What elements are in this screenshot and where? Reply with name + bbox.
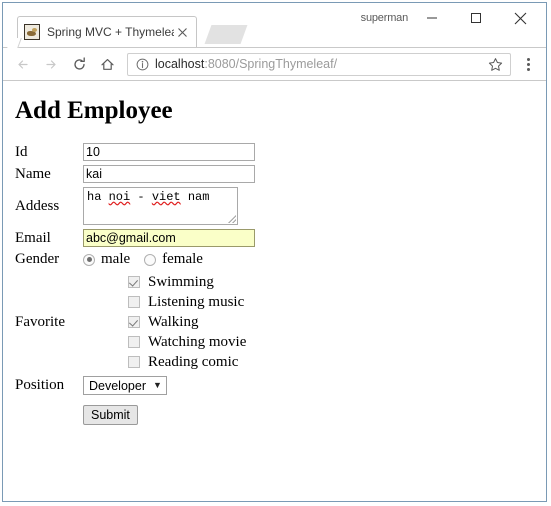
gender-radio-female[interactable]: [144, 253, 157, 266]
favorite-label: Favorite: [15, 313, 65, 330]
name-label: Name: [15, 165, 51, 182]
position-select[interactable]: Developer ▼: [83, 376, 167, 395]
form-row-name: Name: [15, 163, 255, 185]
address-bar[interactable]: localhost:8080/SpringThymeleaf/: [127, 52, 511, 76]
form-row-position: Position Developer ▼: [15, 374, 255, 397]
id-label: Id: [15, 143, 28, 160]
maximize-icon[interactable]: [454, 5, 498, 31]
name-field-cell: [83, 163, 255, 185]
new-tab-button[interactable]: [204, 25, 248, 44]
name-input[interactable]: [83, 165, 255, 183]
favorite-field-cell: Swimming Listening music Walking Watching m…: [83, 270, 255, 374]
email-input[interactable]: [83, 229, 255, 247]
tab-title: Spring MVC + Thymeleaf: [47, 25, 174, 39]
browser-window: Spring MVC + Thymeleaf superman localhos…: [2, 2, 547, 502]
favorite-label-text[interactable]: Reading comic: [148, 354, 238, 371]
close-window-icon[interactable]: [498, 5, 542, 31]
favorite-checkbox[interactable]: [128, 356, 140, 368]
gender-radio-male[interactable]: [83, 253, 95, 266]
form-row-id: Id: [15, 141, 255, 163]
window-controls: [410, 5, 542, 31]
spring-favicon-icon: [24, 24, 40, 40]
form-row-email: Email: [15, 227, 255, 249]
address-text-part: -: [130, 190, 152, 204]
email-label: Email: [15, 229, 51, 246]
address-bar-host: localhost: [155, 57, 205, 71]
id-input[interactable]: [83, 143, 255, 161]
gender-radio-label[interactable]: female: [162, 251, 203, 268]
minimize-icon[interactable]: [410, 5, 454, 31]
address-bar-path: :8080/SpringThymeleaf/: [204, 57, 338, 71]
browser-toolbar: localhost:8080/SpringThymeleaf/: [3, 48, 546, 81]
favorite-checkbox[interactable]: [128, 276, 140, 288]
info-circle-icon[interactable]: [135, 57, 149, 71]
id-field-cell: [83, 141, 255, 163]
favorite-row[interactable]: Reading comic: [128, 352, 255, 372]
address-textarea[interactable]: ha noi - viet nam: [83, 187, 238, 225]
favorite-row[interactable]: Swimming: [128, 272, 255, 292]
menu-dot: [526, 62, 530, 66]
submit-button[interactable]: Submit: [83, 405, 138, 425]
favorite-label-text[interactable]: Walking: [148, 314, 198, 331]
submit-spacer: [15, 397, 83, 427]
forward-arrow-icon[interactable]: [37, 50, 65, 78]
favorite-label-text[interactable]: Swimming: [148, 274, 214, 291]
form-row-submit: Submit: [15, 397, 255, 427]
resize-grip-icon[interactable]: [227, 214, 236, 223]
close-tab-icon[interactable]: [174, 24, 190, 40]
gender-label: Gender: [15, 251, 60, 267]
employee-form: Id Name Addess ha noi - viet nam: [15, 141, 255, 427]
form-row-favorite: Favorite Swimming Listening music Walking W…: [15, 270, 255, 374]
submit-cell: Submit: [83, 397, 255, 427]
gender-radio-label[interactable]: male: [101, 251, 130, 268]
browser-tab[interactable]: Spring MVC + Thymeleaf: [17, 16, 197, 47]
misspelled-word: noi: [108, 190, 131, 204]
form-row-gender: Gender male female: [15, 249, 255, 270]
favorite-checkbox[interactable]: [128, 316, 140, 328]
address-label: Addess: [15, 197, 60, 214]
address-field-cell: ha noi - viet nam: [83, 185, 255, 227]
favorite-checkbox[interactable]: [128, 336, 140, 348]
bookmark-star-icon[interactable]: [484, 54, 506, 75]
favorite-checkbox[interactable]: [128, 296, 140, 308]
misspelled-word: viet: [151, 190, 181, 204]
form-row-address: Addess ha noi - viet nam: [15, 185, 255, 227]
position-label: Position: [15, 377, 65, 393]
profile-name[interactable]: superman: [361, 12, 409, 24]
menu-dot: [526, 57, 530, 61]
position-field-cell: Developer ▼: [83, 374, 255, 397]
favorite-checkbox-group: Swimming Listening music Walking Watching m…: [83, 272, 255, 372]
email-field-cell: [83, 227, 255, 249]
menu-dot: [526, 67, 530, 71]
address-bar-url: localhost:8080/SpringThymeleaf/: [155, 57, 484, 71]
browser-titlebar: Spring MVC + Thymeleaf superman: [3, 3, 546, 48]
favorite-label-text[interactable]: Watching movie: [148, 334, 246, 351]
address-text: ha noi - viet nam: [87, 190, 209, 204]
back-arrow-icon[interactable]: [9, 50, 37, 78]
gender-field-cell: male female: [83, 249, 255, 270]
address-text-part: nam: [180, 190, 210, 204]
home-icon[interactable]: [93, 50, 121, 78]
favorite-row[interactable]: Watching movie: [128, 332, 255, 352]
favorite-row[interactable]: Walking: [128, 312, 255, 332]
favorite-label-text[interactable]: Listening music: [148, 294, 244, 311]
page-content: Add Employee Id Name Addess ha noi - vie…: [3, 81, 546, 501]
position-selected-value: Developer: [89, 378, 146, 393]
three-dot-menu-icon[interactable]: [516, 50, 540, 78]
chevron-down-icon: ▼: [152, 380, 162, 390]
reload-icon[interactable]: [65, 50, 93, 78]
address-text-part: ha: [87, 190, 109, 204]
page-title: Add Employee: [15, 97, 173, 124]
favorite-row[interactable]: Listening music: [128, 292, 255, 312]
gender-radio-group: male female: [83, 251, 255, 268]
